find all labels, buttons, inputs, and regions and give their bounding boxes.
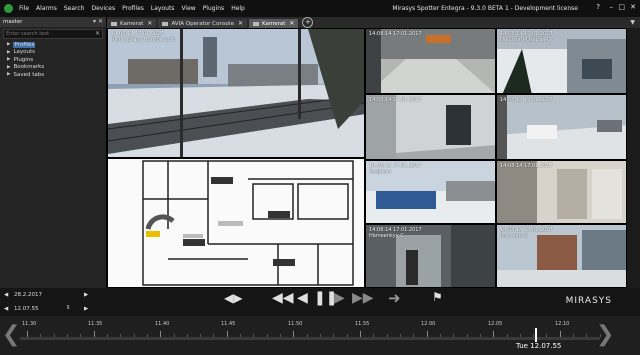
menu-bar: File Alarms Search Devices Profiles Layo… <box>0 0 640 17</box>
camera-view-corridor[interactable]: 14:08:14 17.01.2017 <box>365 94 496 160</box>
tick-label: 11.40 <box>155 321 170 327</box>
brand-logo: MIRASYS <box>565 296 612 306</box>
camera-view-entrance[interactable]: 14:08:14 17.01.2017 Ouluvaari-Lisäpää-C <box>496 28 627 94</box>
timeline-track[interactable] <box>20 337 600 340</box>
tick-label: 11.45 <box>221 321 236 327</box>
tab-avia-console[interactable]: AVIA Operator Console ✕ <box>158 19 247 28</box>
menu-devices[interactable]: Devices <box>91 5 115 12</box>
expand-arrow-icon[interactable]: ▶ <box>7 72 10 77</box>
menu-view[interactable]: View <box>181 5 195 12</box>
tick-label: 11.55 <box>355 321 370 327</box>
playback-controls: ◀ 28.2.2017 ▶ ◀ 12.07.55 ⇕ ▶ ◀▶ ◀◀ ◀ ❚❚ … <box>0 288 640 316</box>
menu-help[interactable]: Help <box>231 5 245 12</box>
menu-file[interactable]: File <box>19 5 29 12</box>
timeline[interactable]: ❮ ❯ 11.30 11.35 11.40 11.45 11.50 11.55 … <box>0 316 640 355</box>
camera-image <box>366 29 495 93</box>
close-tab-icon[interactable]: ✕ <box>289 20 294 27</box>
console-tab-icon <box>162 21 169 26</box>
menu-layouts[interactable]: Layouts <box>151 5 175 12</box>
minimize-icon[interactable]: – <box>610 3 614 11</box>
sidebar-item-layouts[interactable]: ▶ Layouts <box>0 49 106 57</box>
camera-view-lobby[interactable]: 14:08:14 17.01.2017 <box>496 160 627 224</box>
camera-image <box>366 95 495 159</box>
close-icon[interactable]: ✕ <box>630 3 636 11</box>
tab-kamerat-1[interactable]: Kamerat ✕ <box>107 19 157 28</box>
expand-arrow-icon[interactable]: ▶ <box>7 50 10 55</box>
camera-view-doorway[interactable]: 14:08:14 17.01.2017 Hämeenkyy C <box>365 224 496 288</box>
help-icon[interactable]: ? <box>596 3 600 11</box>
close-tab-icon[interactable]: ✕ <box>147 20 152 27</box>
date-field[interactable]: 28.2.2017 <box>14 292 42 298</box>
prev-time-arrow-icon[interactable]: ◀ <box>4 306 8 312</box>
time-field[interactable]: 12.07.55 <box>14 306 39 312</box>
sidebar-item-plugins[interactable]: ▶ Plugins <box>0 56 106 64</box>
tab-kamerat-2[interactable]: Kamerat ✕ <box>249 19 299 28</box>
floor-plan-image <box>108 159 364 287</box>
pin-icon[interactable]: ▾ ✕ <box>93 18 103 25</box>
camera-view-street[interactable]: 14:08:14 17.01.2017 Juno-sanna <box>496 224 627 288</box>
tick-label: 12.10 <box>555 321 570 327</box>
app-logo-icon <box>4 4 13 13</box>
camera-view-railway[interactable]: 14:08:14 17.01.2017 Raiderpääsy Outside … <box>107 28 365 158</box>
tick-label: 11.35 <box>88 321 103 327</box>
tick-label: 11.30 <box>22 321 37 327</box>
expand-arrow-icon[interactable]: ▶ <box>7 57 10 62</box>
tab-bar: Kamerat ✕ AVIA Operator Console ✕ Kamera… <box>107 17 640 28</box>
sidebar-title: master <box>3 19 23 25</box>
camera-view-garage[interactable]: 14:08:14 17.01.2017 <box>365 28 496 94</box>
sidebar: master ▾ ✕ Enter search text ✕ ▶ Profile… <box>0 17 107 288</box>
current-time-marker[interactable] <box>535 328 537 342</box>
bookmark-icon[interactable]: ⚑ <box>432 290 443 304</box>
clear-search-icon[interactable]: ✕ <box>95 30 100 37</box>
camera-view-parking[interactable]: 14:08:14 17.01.2017 <box>496 94 627 160</box>
camera-image <box>497 161 626 223</box>
video-grid: 14:08:14 17.01.2017 Raiderpääsy Outside … <box>107 28 627 288</box>
floor-plan-view[interactable] <box>107 158 365 288</box>
play-forward-icon[interactable]: ▶ <box>334 290 345 306</box>
fast-forward-icon[interactable]: ▶▶ <box>352 290 374 306</box>
rewind-icon[interactable]: ◀◀ <box>272 290 294 306</box>
sidebar-item-saved-tabs[interactable]: ▶ Saved tabs <box>0 71 106 79</box>
sidebar-header: master ▾ ✕ <box>0 17 106 27</box>
camera-tab-icon <box>111 21 117 26</box>
sidebar-item-bookmarks[interactable]: ▶ Bookmarks <box>0 64 106 72</box>
camera-image <box>108 29 364 157</box>
live-arrow-icon[interactable]: ➜ <box>388 289 401 307</box>
search-input[interactable]: Enter search text ✕ <box>3 29 103 39</box>
prev-date-arrow-icon[interactable]: ◀ <box>4 292 8 298</box>
window-title: Mirasys Spotter Entegra - 9.3.0 BETA 1 -… <box>392 5 578 12</box>
next-date-arrow-icon[interactable]: ▶ <box>84 292 88 298</box>
maximize-icon[interactable]: □ <box>618 3 625 11</box>
sidebar-item-profiles[interactable]: ▶ Profiles <box>0 41 106 49</box>
tab-dropdown-icon[interactable]: ▼ <box>630 19 635 26</box>
time-spinner-icon[interactable]: ⇕ <box>66 305 71 311</box>
tick-label: 12.05 <box>488 321 503 327</box>
play-backward-icon[interactable]: ◀ <box>297 290 308 306</box>
expand-arrow-icon[interactable]: ▶ <box>7 42 10 47</box>
camera-tab-icon <box>253 21 259 26</box>
next-time-arrow-icon[interactable]: ▶ <box>84 306 88 312</box>
menu-profiles[interactable]: Profiles <box>122 5 144 12</box>
menu-alarms[interactable]: Alarms <box>36 5 57 12</box>
prev-frame-icon[interactable]: ◀▶ <box>224 291 242 305</box>
tick-label: 12.00 <box>421 321 436 327</box>
camera-image <box>497 95 626 159</box>
camera-view-bus[interactable]: 14:08:14 17.01.2017 Kotijakso <box>365 160 496 224</box>
add-tab-button[interactable]: + <box>302 17 314 28</box>
timeline-prev-icon[interactable]: ❮ <box>2 324 20 346</box>
menu-search[interactable]: Search <box>64 5 85 12</box>
tick-label: 11.50 <box>288 321 303 327</box>
close-tab-icon[interactable]: ✕ <box>238 20 243 27</box>
expand-arrow-icon[interactable]: ▶ <box>7 65 10 70</box>
menu-plugins[interactable]: Plugins <box>203 5 225 12</box>
current-time-label: Tue 12.07.55 <box>516 342 562 350</box>
